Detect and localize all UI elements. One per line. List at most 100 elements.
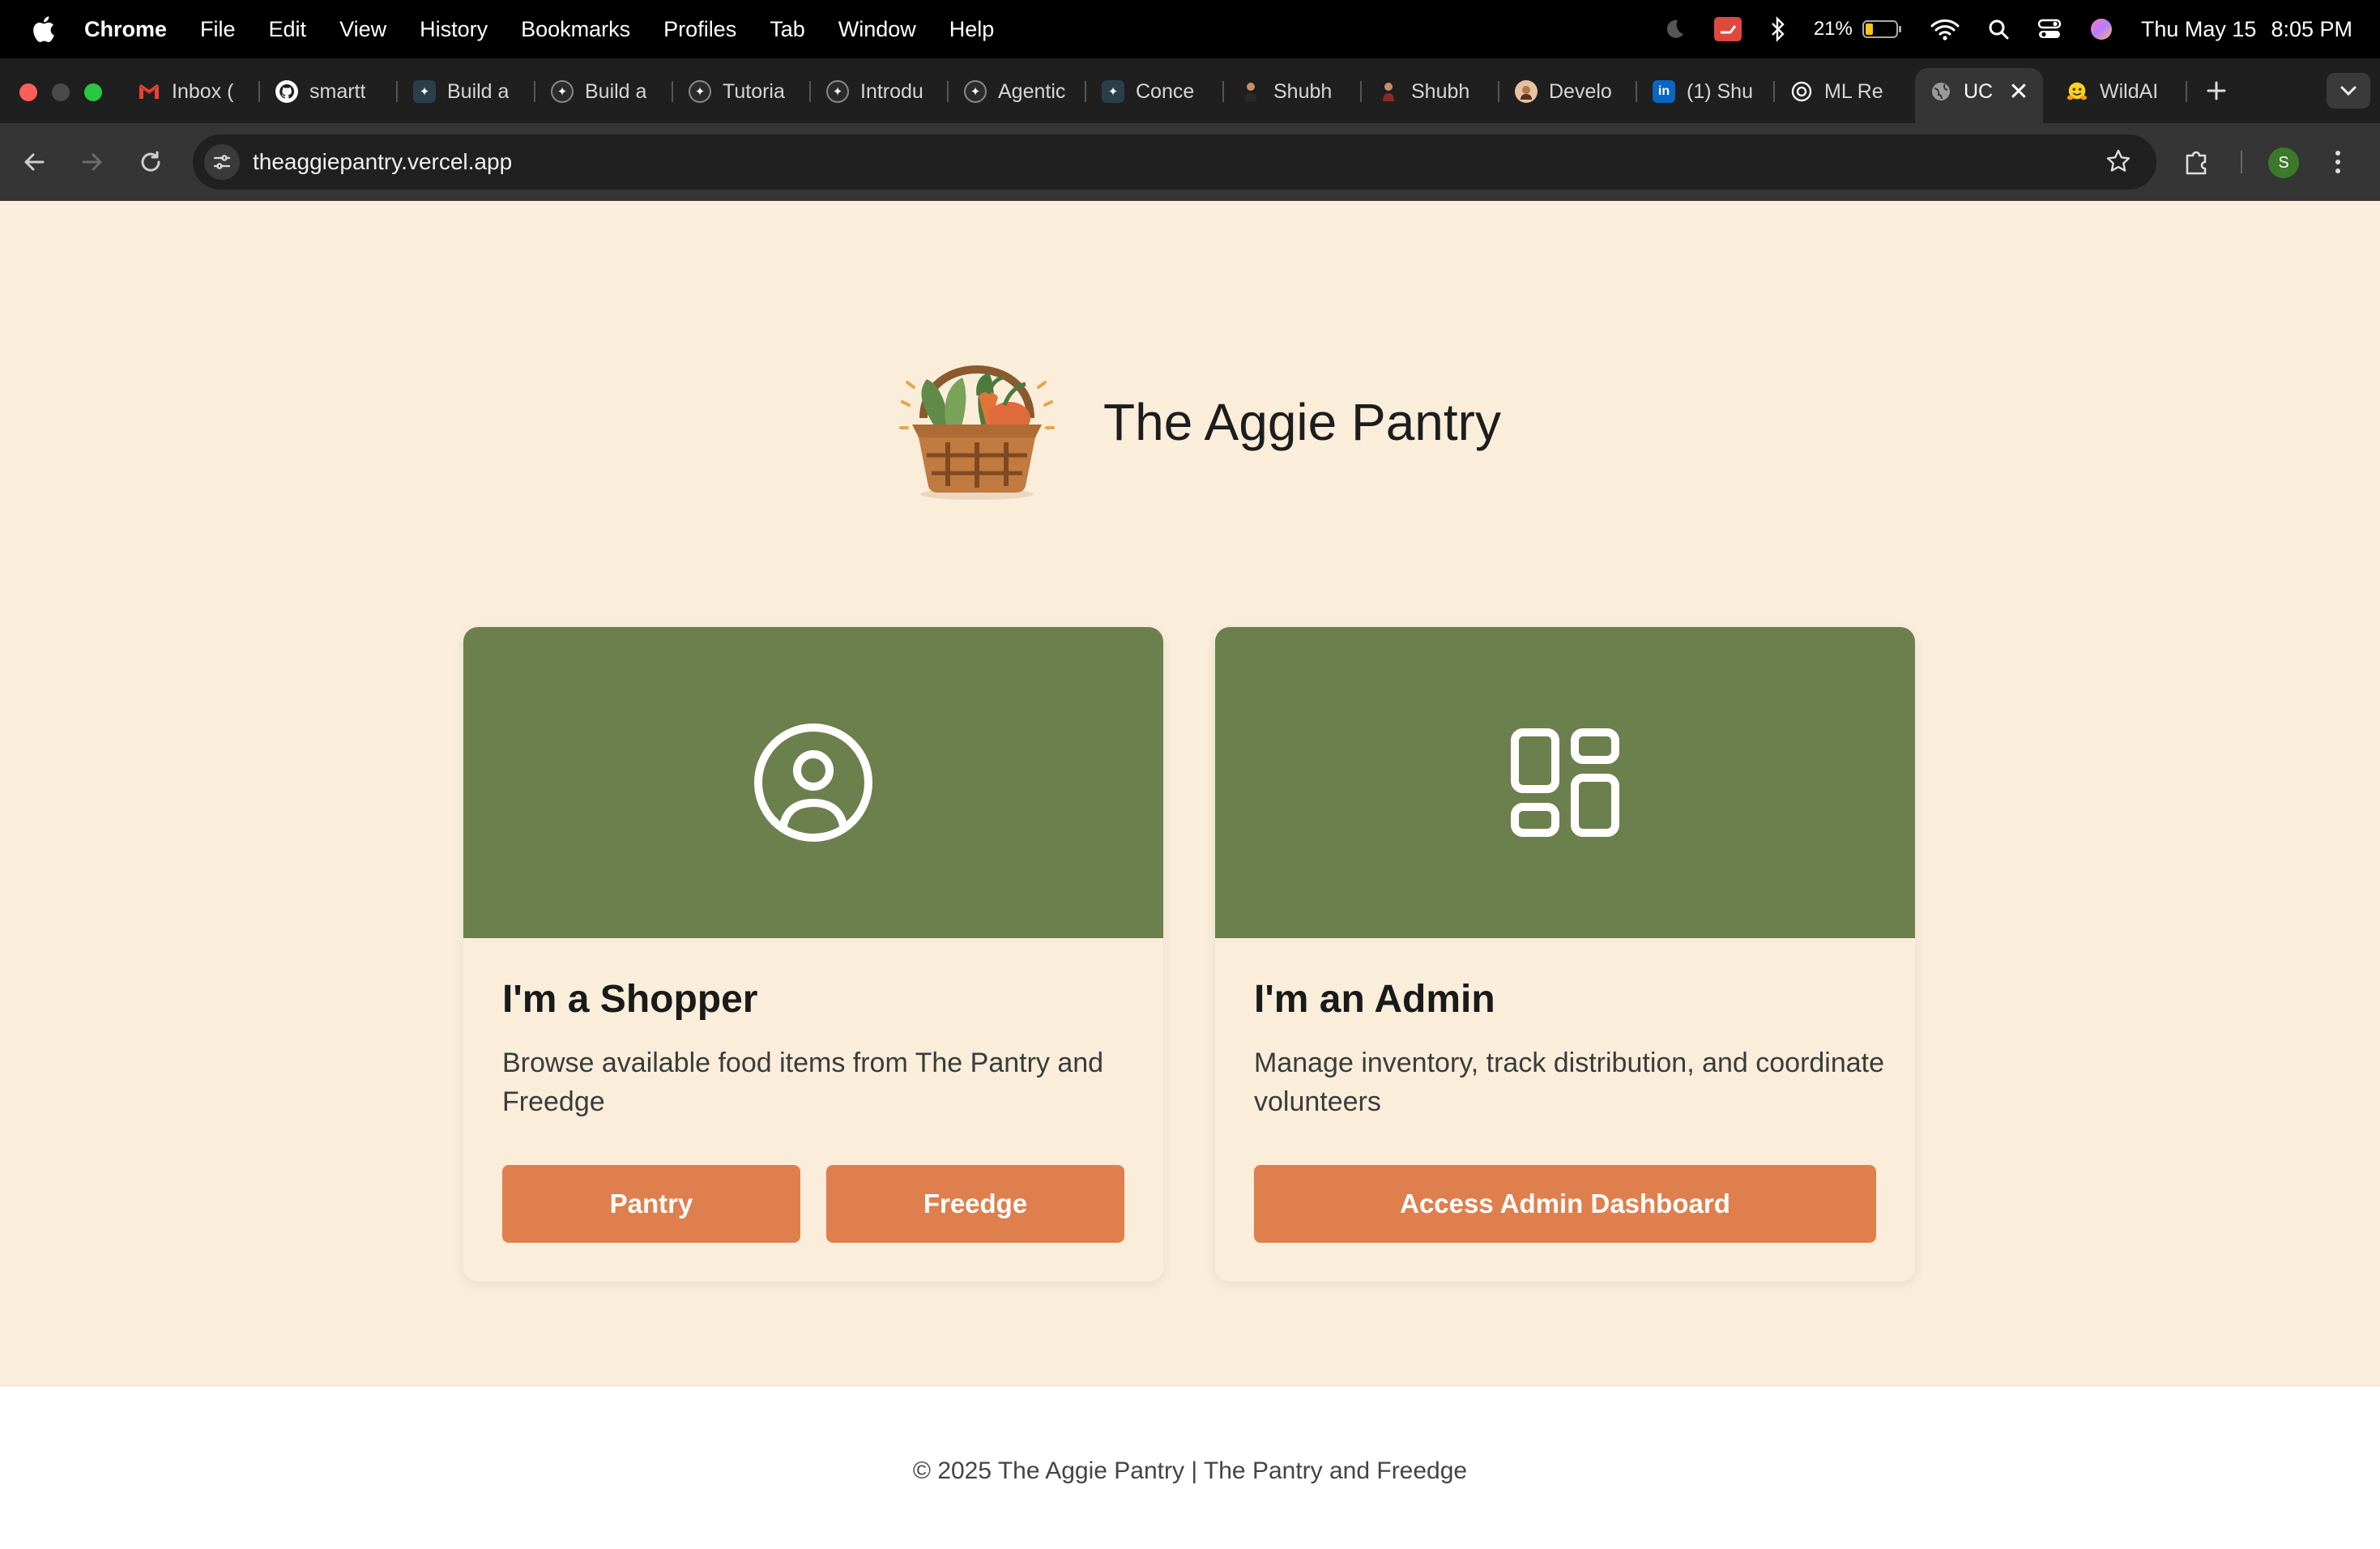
shopper-card: I'm a Shopper Browse available food item… — [463, 627, 1163, 1282]
tab-divider — [947, 81, 949, 102]
tab-discord-4[interactable]: ✦ Introdu — [826, 73, 930, 110]
discord-icon: ✦ — [551, 80, 574, 103]
bookmark-star-icon[interactable] — [2105, 147, 2132, 179]
tab-person-1[interactable]: Shubh — [1239, 73, 1343, 110]
tab-linkedin[interactable]: in (1) Shu — [1653, 73, 1756, 110]
tab-divider — [1360, 81, 1362, 102]
discord-icon: ✦ — [689, 80, 711, 103]
tab-discord-1[interactable]: ✦ Build a — [413, 73, 517, 110]
tab-label: Conce — [1136, 79, 1195, 103]
control-center-icon[interactable] — [2037, 18, 2062, 41]
window-zoom-button[interactable] — [84, 83, 102, 101]
siri-icon[interactable] — [2089, 17, 2113, 41]
tab-label: WildAI — [2100, 79, 2159, 103]
tab-gmail[interactable]: Inbox ( — [138, 73, 240, 110]
wifi-icon[interactable] — [1930, 18, 1960, 41]
battery-icon[interactable] — [1862, 19, 1903, 39]
menu-edit[interactable]: Edit — [269, 17, 307, 42]
discord-icon: ✦ — [413, 80, 436, 103]
menu-view[interactable]: View — [339, 17, 386, 42]
tab-divider — [1773, 81, 1775, 102]
person-icon — [1377, 80, 1400, 103]
footer: © 2025 The Aggie Pantry | The Pantry and… — [0, 1385, 2380, 1549]
tab-discord-6[interactable]: ✦ Conce — [1102, 73, 1205, 110]
tab-aggie-pantry-active[interactable]: UC — [1930, 73, 1998, 110]
window-close-button[interactable] — [19, 83, 37, 101]
tab-divider — [1498, 81, 1499, 102]
apple-icon[interactable] — [31, 15, 55, 43]
screen-record-icon[interactable] — [1713, 16, 1742, 42]
tab-label: Shubh — [1411, 79, 1470, 103]
tab-divider — [672, 81, 673, 102]
tab-divider — [1636, 81, 1637, 102]
admin-card-banner — [1215, 627, 1915, 938]
tab-label: (1) Shu — [1687, 79, 1753, 103]
menubar-date[interactable]: Thu May 15 — [2141, 17, 2257, 42]
window-minimize-button[interactable] — [52, 83, 70, 101]
github-icon — [275, 80, 298, 103]
tab-label: Shubh — [1273, 79, 1333, 103]
spotlight-search-icon[interactable] — [1987, 18, 2010, 41]
tab-developer[interactable]: Develo — [1515, 73, 1619, 110]
tab-github[interactable]: smartt — [275, 73, 379, 110]
tab-divider — [1222, 81, 1224, 102]
person-icon — [1239, 80, 1262, 103]
reload-button[interactable] — [133, 144, 168, 180]
tab-discord-3[interactable]: ✦ Tutoria — [689, 73, 792, 110]
menu-bookmarks[interactable]: Bookmarks — [521, 17, 630, 42]
tab-divider — [809, 81, 811, 102]
tab-discord-5[interactable]: ✦ Agentic — [964, 73, 1068, 110]
avatar-icon — [1515, 80, 1538, 103]
status-area: 21% Thu May 15 8:05 PM — [1636, 0, 2352, 58]
tab-person-2[interactable]: Shubh — [1377, 73, 1481, 110]
menu-tab[interactable]: Tab — [770, 17, 805, 42]
tab-label: smartt — [309, 79, 366, 103]
menu-window[interactable]: Window — [838, 17, 916, 42]
tab-label: ML Re — [1824, 79, 1883, 103]
tab-divider — [1085, 81, 1086, 102]
profile-avatar[interactable]: S — [2268, 147, 2299, 178]
dashboard-grid-icon — [1511, 728, 1619, 837]
site-title: The Aggie Pantry — [1103, 393, 1501, 451]
tab-label: UC — [1964, 79, 1994, 103]
discord-icon: ✦ — [964, 80, 987, 103]
shopper-card-banner — [463, 627, 1163, 938]
tab-divider — [258, 81, 260, 102]
tab-discord-2[interactable]: ✦ Build a — [551, 73, 655, 110]
tab-close-button[interactable]: ✕ — [2006, 73, 2032, 110]
globe-icon — [1930, 80, 1952, 103]
admin-description: Manage inventory, track distribution, an… — [1254, 1048, 1885, 1117]
new-tab-button[interactable] — [2200, 75, 2233, 107]
tab-label: Agentic — [998, 79, 1066, 103]
back-button[interactable] — [16, 144, 52, 180]
menu-file[interactable]: File — [200, 17, 236, 42]
menu-profiles[interactable]: Profiles — [663, 17, 736, 42]
moon-icon[interactable] — [1663, 18, 1686, 41]
toolbar-divider — [2241, 151, 2242, 173]
menu-app-chrome[interactable]: Chrome — [84, 17, 167, 42]
menubar-time[interactable]: 8:05 PM — [2271, 17, 2352, 42]
tab-wildai[interactable]: WildAI — [2066, 73, 2169, 110]
openai-icon — [1790, 80, 1813, 103]
access-admin-dashboard-button[interactable]: Access Admin Dashboard — [1254, 1165, 1876, 1243]
pantry-button[interactable]: Pantry — [502, 1165, 800, 1243]
address-bar[interactable]: theaggiepantry.vercel.app — [193, 134, 2156, 190]
forward-button[interactable] — [75, 144, 110, 180]
tab-ml-research[interactable]: ML Re — [1790, 73, 1894, 110]
site-settings-icon[interactable] — [204, 144, 240, 180]
menu-help[interactable]: Help — [949, 17, 995, 42]
linkedin-icon: in — [1653, 80, 1675, 103]
tab-label: Inbox ( — [172, 79, 234, 103]
extensions-button[interactable] — [2181, 143, 2213, 181]
tab-divider — [2186, 81, 2187, 102]
menu-history[interactable]: History — [420, 17, 488, 42]
tab-label: Introdu — [860, 79, 923, 103]
bluetooth-icon[interactable] — [1770, 16, 1786, 42]
page-content: The Aggie Pantry I'm a Shopper Browse av… — [0, 201, 2380, 1549]
tab-label: Build a — [585, 79, 647, 103]
chrome-menu-button[interactable] — [2331, 143, 2344, 181]
freedge-button[interactable]: Freedge — [826, 1165, 1124, 1243]
shopper-heading: I'm a Shopper — [502, 978, 758, 1021]
tab-search-button[interactable] — [2327, 73, 2370, 109]
url-text[interactable]: theaggiepantry.vercel.app — [253, 149, 512, 175]
